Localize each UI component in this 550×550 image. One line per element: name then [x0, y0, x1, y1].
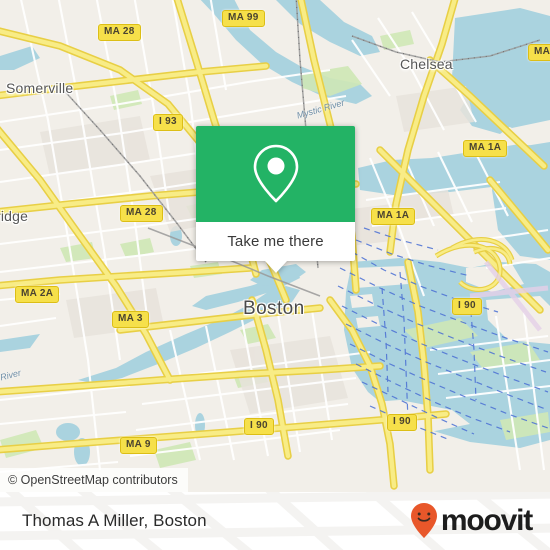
popup-pointer-tail	[264, 261, 287, 273]
place-name-label: Thomas A Miller, Boston	[22, 511, 207, 530]
highway-shield-ma-1a-south: MA 1A	[371, 208, 416, 225]
highway-shield-ma-9: MA 9	[120, 437, 157, 454]
highway-shield-ma-edge: MA	[528, 44, 550, 61]
highway-shield-ma-28-north: MA 28	[98, 24, 141, 41]
highway-shield-i-90-south: I 90	[387, 414, 417, 431]
highway-shield-ma-99: MA 99	[222, 10, 265, 27]
location-popup-card[interactable]: Take me there	[196, 126, 355, 273]
highway-shield-ma-1a-north: MA 1A	[463, 140, 508, 157]
moovit-pin-icon	[410, 503, 437, 538]
highway-shield-i-90-west: I 90	[244, 418, 274, 435]
highway-shield-ma-28-west: MA 28	[120, 205, 163, 222]
highway-shield-ma-3: MA 3	[112, 311, 149, 328]
location-pin-icon	[253, 144, 298, 203]
moovit-wordmark: moovit	[440, 504, 533, 537]
take-me-there-button[interactable]: Take me there	[227, 233, 323, 250]
moovit-brand[interactable]: moovit	[409, 502, 533, 540]
osm-attribution[interactable]: © OpenStreetMap contributors	[0, 468, 188, 492]
osm-attribution-text: © OpenStreetMap contributors	[8, 473, 178, 487]
map-canvas[interactable]: Somerville Chelsea ridge Boston Mystic R…	[0, 0, 550, 492]
highway-shield-i-90-east: I 90	[452, 298, 482, 315]
popup-footer[interactable]: Take me there	[196, 222, 355, 261]
footer-bar: Thomas A Miller, Boston moovit	[0, 492, 550, 550]
popup-header	[196, 126, 355, 222]
map-screen: Somerville Chelsea ridge Boston Mystic R…	[0, 0, 550, 550]
highway-shield-ma-2a: MA 2A	[15, 286, 60, 303]
highway-shield-i-93: I 93	[153, 114, 183, 131]
